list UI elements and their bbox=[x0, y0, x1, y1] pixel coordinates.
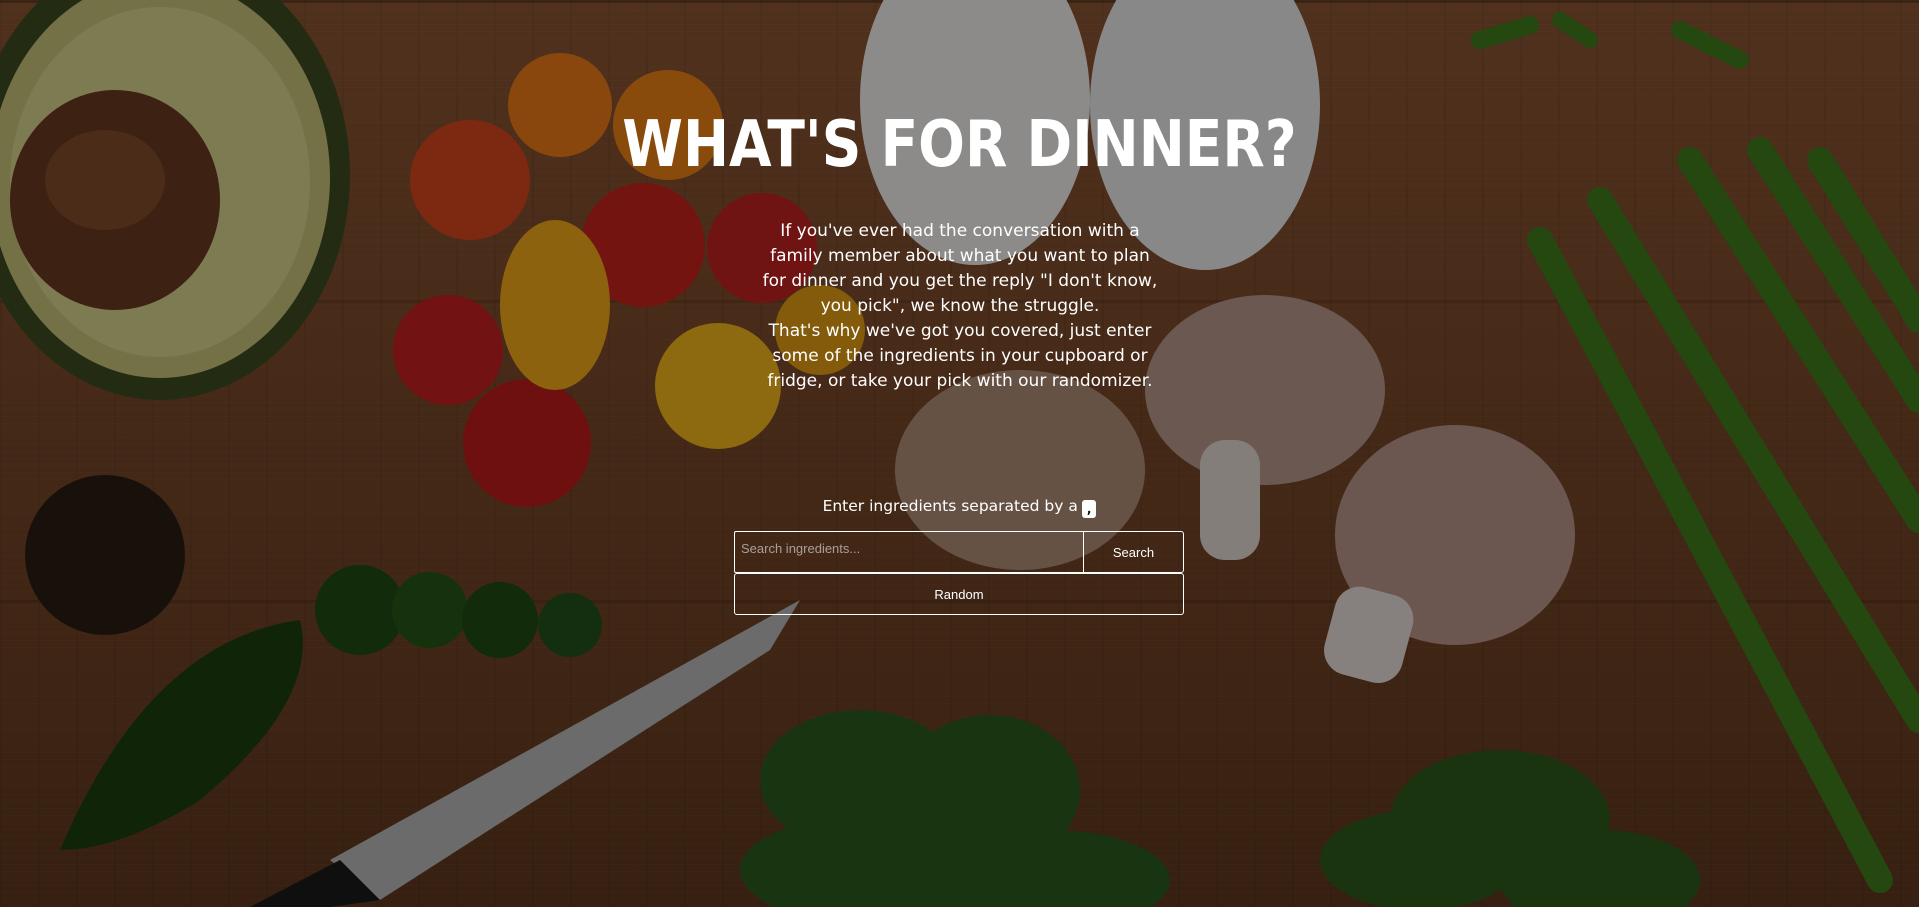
search-input[interactable] bbox=[734, 531, 1083, 573]
search-hint: Enter ingredients separated by a, bbox=[0, 497, 1919, 518]
search-button[interactable]: Search bbox=[1083, 531, 1184, 573]
intro-paragraph-1: If you've ever had the conversation with… bbox=[762, 221, 1158, 316]
page: WHAT'S FOR DINNER? If you've ever had th… bbox=[0, 0, 1919, 907]
intro-paragraph-2: That's why we've got you covered, just e… bbox=[767, 321, 1153, 391]
comma-key-badge: , bbox=[1081, 500, 1097, 518]
intro-text: If you've ever had the conversation with… bbox=[760, 219, 1160, 394]
search-form: Search bbox=[734, 531, 1184, 573]
hero-content: WHAT'S FOR DINNER? If you've ever had th… bbox=[0, 0, 1919, 907]
random-button[interactable]: Random bbox=[734, 573, 1184, 615]
search-hint-text: Enter ingredients separated by a bbox=[822, 497, 1078, 515]
page-title: WHAT'S FOR DINNER? bbox=[622, 108, 1297, 182]
